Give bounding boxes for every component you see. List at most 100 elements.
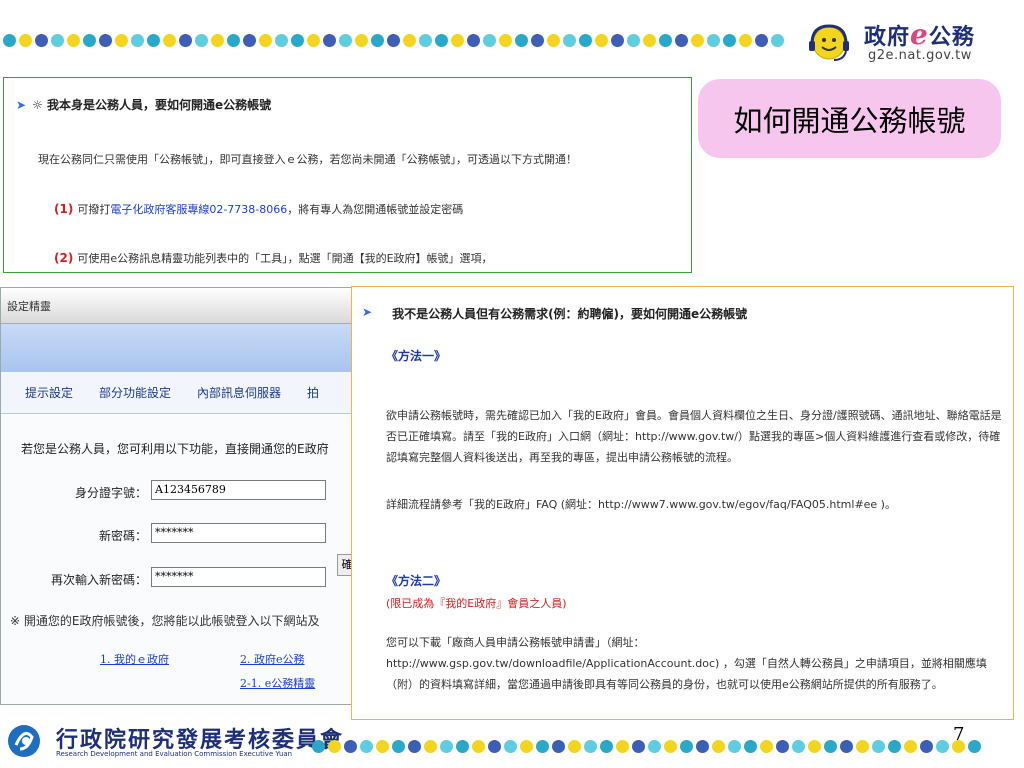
decorative-dot [531, 34, 544, 47]
mascot-headset-icon [809, 24, 849, 61]
method1-heading: 《方法一》 [386, 349, 447, 363]
arrow-bullet-icon: ➤ [362, 305, 373, 319]
hotline-link[interactable]: 電子化政府客服專線02-7738-8066 [110, 203, 287, 216]
decorative-dot [920, 740, 933, 753]
decorative-dot [499, 34, 512, 47]
decorative-dot [547, 34, 560, 47]
decorative-dot [675, 34, 688, 47]
decorative-dot [888, 740, 901, 753]
decorative-dot [376, 740, 389, 753]
decorative-dot [435, 34, 448, 47]
decorative-dot [131, 34, 144, 47]
decorative-dot [515, 34, 528, 47]
decorative-dot [307, 34, 320, 47]
decorative-dot [520, 740, 533, 753]
decorative-dot [312, 740, 325, 753]
decorative-dot [360, 740, 373, 753]
method1-faq: 詳細流程請參考「我的E政府」FAQ (網址：http://www7.www.go… [386, 498, 896, 511]
tab-feature-settings[interactable]: 部分功能設定 [99, 384, 171, 401]
decorative-dot [552, 740, 565, 753]
tab-more[interactable]: 拍 [307, 384, 319, 401]
setup-wizard-dialog: 設定精靈 提示設定 部分功能設定 內部訊息伺服器 拍 若您是公務人員，您可利用以… [0, 287, 352, 705]
decorative-dot [424, 740, 437, 753]
decorative-dot [3, 34, 16, 47]
logo-title: 政府e公務 [864, 18, 975, 51]
decorative-dot [243, 34, 256, 47]
method2-note: (限已成為『我的E政府』會員之人員) [386, 597, 567, 610]
decorative-dot-row-bottom [312, 740, 981, 753]
decorative-dot [328, 740, 341, 753]
confirm-password-label: 再次輸入新密碼： [50, 573, 147, 587]
new-password-label: 新密碼： [98, 529, 147, 543]
decorative-dot [664, 740, 677, 753]
tab-notification-settings[interactable]: 提示設定 [25, 384, 73, 401]
decorative-dot [275, 34, 288, 47]
new-password-input[interactable]: ******* [151, 523, 326, 543]
dialog-title: 設定精靈 [1, 288, 351, 324]
logo-url: g2e.nat.gov.tw [868, 48, 972, 63]
decorative-dot [403, 34, 416, 47]
tab-internal-server[interactable]: 內部訊息伺服器 [197, 384, 281, 401]
decorative-dot [371, 34, 384, 47]
decorative-dot [147, 34, 160, 47]
section2-question: ➤ 我不是公務人員但有公務需求(例：約聘僱)，要如何開通e公務帳號 [362, 305, 748, 321]
slide-title: 如何開通公務帳號 [733, 103, 966, 138]
decorative-dot [584, 740, 597, 753]
decorative-dot [211, 34, 224, 47]
decorative-dot [840, 740, 853, 753]
method2-paragraph: http://www.gsp.gov.tw/downloadfile/Appli… [386, 657, 987, 691]
decorative-dot [387, 34, 400, 47]
decorative-dot [563, 34, 576, 47]
decorative-dot [872, 740, 885, 753]
civil-servant-section: ➤ ☼ 我本身是公務人員，要如何開通e公務帳號 現在公務同仁只需使用「公務帳號」… [3, 77, 692, 273]
decorative-dot [467, 34, 480, 47]
confirm-password-input[interactable]: ******* [151, 567, 326, 587]
method1-paragraph: 欲申請公務帳號時，需先確認已加入「我的E政府」會員。會員個人資料欄位之生日、身分… [386, 409, 1002, 464]
decorative-dot [35, 34, 48, 47]
non-civil-servant-section: ➤ 我不是公務人員但有公務需求(例：約聘僱)，要如何開通e公務帳號 《方法一》 … [351, 286, 1014, 720]
dialog-note: ※ 開通您的E政府帳號後，您將能以此帳號登入以下網站及 [10, 614, 320, 628]
decorative-dot [51, 34, 64, 47]
decorative-dot [744, 740, 757, 753]
decorative-dot [451, 34, 464, 47]
decorative-dot [536, 740, 549, 753]
dialog-tabs: 提示設定 部分功能設定 內部訊息伺服器 拍 [1, 372, 351, 414]
id-number-input[interactable]: A123456789 [151, 480, 326, 500]
decorative-dot [968, 740, 981, 753]
page-number: 7 [953, 724, 965, 745]
decorative-dot [760, 740, 773, 753]
decorative-dot [472, 740, 485, 753]
decorative-dot [163, 34, 176, 47]
decorative-dot [344, 740, 357, 753]
method2-heading: 《方法二》 [386, 574, 447, 588]
dialog-intro: 若您是公務人員，您可利用以下功能，直接開通您的E政府 [21, 442, 329, 456]
decorative-dot [691, 34, 704, 47]
link-e-service-wizard[interactable]: 2-1. e公務精靈 [240, 675, 315, 691]
decorative-dot [291, 34, 304, 47]
link-gov-e-service[interactable]: 2. 政府e公務 [240, 651, 305, 667]
decorative-dot [707, 34, 720, 47]
decorative-dot [792, 740, 805, 753]
decorative-dot [771, 34, 784, 47]
decorative-dot [483, 34, 496, 47]
decorative-dot [227, 34, 240, 47]
decorative-dot [99, 34, 112, 47]
decorative-dot [115, 34, 128, 47]
decorative-dot [712, 740, 725, 753]
link-my-egov[interactable]: 1. 我的ｅ政府 [100, 651, 169, 667]
slide-title-bubble: 如何開通公務帳號 [698, 79, 1001, 158]
decorative-dot [568, 740, 581, 753]
decorative-dot [616, 740, 629, 753]
section1-step1: (1) 可撥打電子化政府客服專線02-7738-8066，將有專人為您開通帳號並設… [54, 202, 464, 216]
decorative-dot [595, 34, 608, 47]
decorative-dot [776, 740, 789, 753]
decorative-dot [904, 740, 917, 753]
method2-line1: 您可以下載「廠商人員申請公務帳號申請書」（網址： [386, 636, 645, 649]
decorative-dot [643, 34, 656, 47]
decorative-dot [632, 740, 645, 753]
decorative-dot [83, 34, 96, 47]
decorative-dot [755, 34, 768, 47]
section1-step2: (2) 可使用e公務訊息精靈功能列表中的「工具」，點選「開通【我的E政府】帳號」選… [54, 251, 493, 265]
decorative-dot [408, 740, 421, 753]
dialog-header-band [1, 324, 351, 372]
